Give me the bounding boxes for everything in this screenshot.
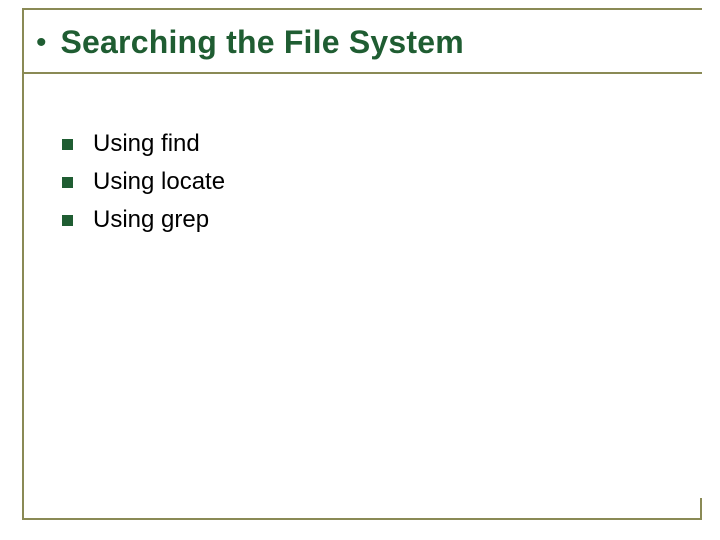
slide: • Searching the File System Using find U… bbox=[0, 0, 720, 540]
title-underline bbox=[22, 72, 702, 74]
slide-title: Searching the File System bbox=[61, 24, 464, 61]
square-bullet-icon bbox=[62, 215, 73, 226]
list-item: Using find bbox=[62, 130, 225, 158]
frame-right-stub bbox=[700, 498, 702, 520]
list-item-label: Using find bbox=[93, 130, 200, 158]
bullet-disc-icon: • bbox=[36, 28, 47, 58]
frame-bottom bbox=[22, 518, 702, 520]
title-row: • Searching the File System bbox=[36, 24, 464, 61]
square-bullet-icon bbox=[62, 139, 73, 150]
list-item: Using locate bbox=[62, 168, 225, 196]
body-list: Using find Using locate Using grep bbox=[62, 130, 225, 244]
top-rule bbox=[22, 8, 702, 10]
frame-left bbox=[22, 8, 24, 518]
square-bullet-icon bbox=[62, 177, 73, 188]
list-item-label: Using locate bbox=[93, 168, 225, 196]
list-item: Using grep bbox=[62, 206, 225, 234]
list-item-label: Using grep bbox=[93, 206, 209, 234]
